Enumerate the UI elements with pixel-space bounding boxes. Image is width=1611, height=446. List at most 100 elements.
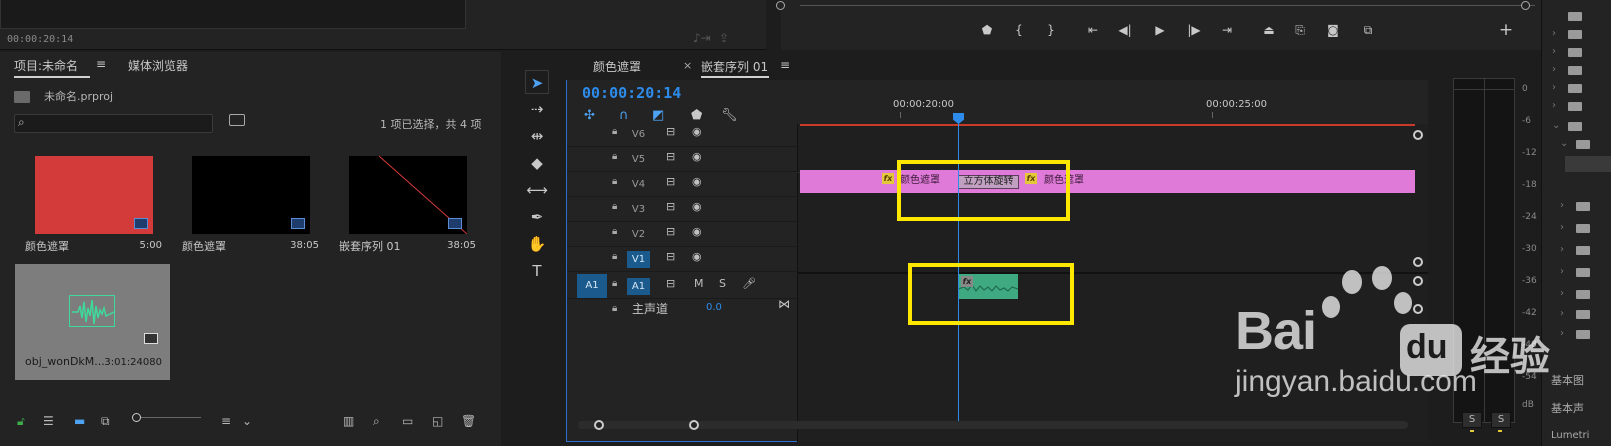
automate-sequence-icon[interactable]: ▥ xyxy=(343,414,354,428)
lock-icon[interactable]: 🔒︎ xyxy=(612,226,617,237)
insert-icon[interactable]: ♪⇥ xyxy=(693,31,711,45)
sync-lock-icon[interactable]: ⊟ xyxy=(666,225,675,238)
timeline-settings-icon[interactable]: 🔧︎ xyxy=(721,108,738,123)
eye-icon[interactable]: ◉ xyxy=(692,125,702,138)
project-item-selected[interactable]: obj_wonDkM... 3:01:24080 xyxy=(15,264,170,380)
master-volume-value[interactable]: 0.0 xyxy=(706,302,722,313)
track-header-v6[interactable]: 🔒︎ V6 ⊟ ◉ xyxy=(567,122,797,147)
search-input[interactable] xyxy=(14,114,213,133)
step-back-icon[interactable]: ◀| xyxy=(1114,22,1136,38)
folder-row[interactable] xyxy=(1548,8,1608,26)
track-header-v3[interactable]: 🔒︎ V3 ⊟ ◉ xyxy=(567,197,797,222)
lock-icon[interactable]: 🔒︎ xyxy=(612,278,617,289)
sync-lock-icon[interactable]: ⊟ xyxy=(666,277,675,290)
list-view-icon[interactable]: ☰ xyxy=(43,414,54,428)
lock-icon[interactable]: 🔓︎ xyxy=(17,414,25,429)
project-item[interactable]: 嵌套序列 01 38:05 xyxy=(329,147,484,264)
tab-media-browser[interactable]: 媒体浏览器 xyxy=(128,57,188,74)
export-frame-icon[interactable]: ⇪ xyxy=(719,31,729,45)
vertical-scroll-handle[interactable] xyxy=(1413,130,1423,140)
essential-graphics-tab[interactable]: 基本图 xyxy=(1551,372,1584,388)
eye-icon[interactable]: ◉ xyxy=(692,150,702,163)
tab-project[interactable]: 项目:未命名 xyxy=(14,57,78,74)
folder-row[interactable]: › xyxy=(1548,198,1608,216)
project-item[interactable]: 颜色遮罩 38:05 xyxy=(172,147,327,264)
ripple-edit-tool-icon[interactable]: ⇹ xyxy=(525,124,549,148)
sync-lock-icon[interactable]: ⊟ xyxy=(666,150,675,163)
sync-lock-icon[interactable]: ⊟ xyxy=(666,125,675,138)
in-point-icon[interactable]: { xyxy=(1008,22,1030,38)
new-item-icon[interactable]: ◱ xyxy=(432,414,443,428)
extract-icon[interactable]: ⎘ xyxy=(1289,22,1311,38)
sync-lock-icon[interactable]: ⊟ xyxy=(666,250,675,263)
sync-lock-icon[interactable]: ⊟ xyxy=(666,175,675,188)
solo-button[interactable]: S xyxy=(719,277,726,290)
zoom-slider[interactable] xyxy=(141,417,201,418)
panel-menu-icon[interactable]: ≡ xyxy=(780,58,790,72)
horizontal-scroll-end[interactable] xyxy=(689,420,699,430)
folder-row[interactable]: › xyxy=(1548,286,1608,304)
folder-row[interactable]: › xyxy=(1548,98,1608,116)
lift-icon[interactable]: ⏏ xyxy=(1258,22,1280,38)
folder-row[interactable]: › xyxy=(1548,242,1608,260)
track-label[interactable]: V4 xyxy=(627,176,650,193)
track-header-v4[interactable]: 🔒︎ V4 ⊟ ◉ xyxy=(567,172,797,197)
sequence-timecode[interactable]: 00:00:20:14 xyxy=(582,84,681,102)
go-to-in-icon[interactable]: ⇤ xyxy=(1082,22,1104,38)
new-bin-search-icon[interactable] xyxy=(229,114,245,126)
source-timecode[interactable]: 00:00:20:14 xyxy=(7,34,73,45)
out-point-icon[interactable]: } xyxy=(1040,22,1062,38)
solo-right-button[interactable]: S xyxy=(1491,412,1511,428)
horizontal-scroll-start[interactable] xyxy=(594,420,604,430)
folder-row[interactable]: ⌄ xyxy=(1548,136,1608,154)
lock-icon[interactable]: 🔒︎ xyxy=(612,201,617,212)
essential-sound-tab[interactable]: 基本声 xyxy=(1551,400,1584,416)
lock-icon[interactable]: 🔒︎ xyxy=(612,303,617,314)
track-label[interactable]: V6 xyxy=(627,126,650,143)
add-marker-icon[interactable]: ⬟ xyxy=(691,108,702,123)
track-header-v2[interactable]: 🔒︎ V2 ⊟ ◉ xyxy=(567,222,797,247)
selection-tool-icon[interactable]: ➤ xyxy=(525,70,549,94)
track-label[interactable]: V5 xyxy=(627,151,650,168)
track-header-v5[interactable]: 🔒︎ V5 ⊟ ◉ xyxy=(567,147,797,172)
folder-row[interactable]: › xyxy=(1548,62,1608,80)
lock-icon[interactable]: 🔒︎ xyxy=(612,176,617,187)
export-frame-icon[interactable]: ◙ xyxy=(1322,22,1344,38)
track-label[interactable]: V2 xyxy=(627,226,650,243)
go-to-end-icon[interactable]: ⋈ xyxy=(778,297,790,311)
microphone-icon[interactable]: 🎤︎ xyxy=(742,277,756,290)
track-select-tool-icon[interactable]: ⇢ xyxy=(525,97,549,121)
sync-lock-icon[interactable]: ⊟ xyxy=(666,200,675,213)
play-icon[interactable]: ▶ xyxy=(1149,22,1171,38)
pen-tool-icon[interactable]: ✒ xyxy=(525,205,549,229)
lumetri-tab[interactable]: Lumetri xyxy=(1551,430,1589,441)
folder-row[interactable]: › xyxy=(1548,220,1608,238)
mute-button[interactable]: M xyxy=(694,277,704,290)
vertical-scroll-handle[interactable] xyxy=(1413,257,1423,267)
snap-icon[interactable]: ∩ xyxy=(619,108,629,123)
new-bin-icon[interactable]: ▭ xyxy=(402,414,413,428)
folder-row[interactable]: › xyxy=(1548,306,1608,324)
find-icon[interactable]: ⌕ xyxy=(373,414,380,429)
linked-selection-icon[interactable]: ◩ xyxy=(652,108,664,123)
eye-icon[interactable]: ◉ xyxy=(692,225,702,238)
hand-tool-icon[interactable]: ✋ xyxy=(525,232,549,256)
track-header-a1[interactable]: 🔒︎ A1 ⊟ M S 🎤︎ xyxy=(567,274,797,299)
close-icon[interactable]: × xyxy=(683,59,692,72)
scrub-start-handle[interactable] xyxy=(776,1,785,10)
lock-icon[interactable]: 🔒︎ xyxy=(612,151,617,162)
tab-color-matte[interactable]: 颜色遮罩 xyxy=(593,58,641,75)
zoom-slider-handle[interactable] xyxy=(132,413,141,422)
tab-nested-sequence[interactable]: 嵌套序列 01 xyxy=(701,58,768,75)
folder-row[interactable]: › xyxy=(1548,44,1608,62)
program-scrubber[interactable] xyxy=(800,5,1535,6)
eye-icon[interactable]: ◉ xyxy=(692,175,702,188)
insert-overwrite-icon[interactable]: ✣ xyxy=(584,108,595,123)
go-to-out-icon[interactable]: ⇥ xyxy=(1216,22,1238,38)
folder-row[interactable]: › xyxy=(1548,26,1608,44)
marker-icon[interactable]: ⬟ xyxy=(976,22,998,38)
lock-icon[interactable]: 🔒︎ xyxy=(612,251,617,262)
selected-row[interactable] xyxy=(1565,156,1611,172)
icon-view-icon[interactable]: ▬ xyxy=(74,414,85,428)
time-ruler[interactable] xyxy=(797,80,1428,124)
